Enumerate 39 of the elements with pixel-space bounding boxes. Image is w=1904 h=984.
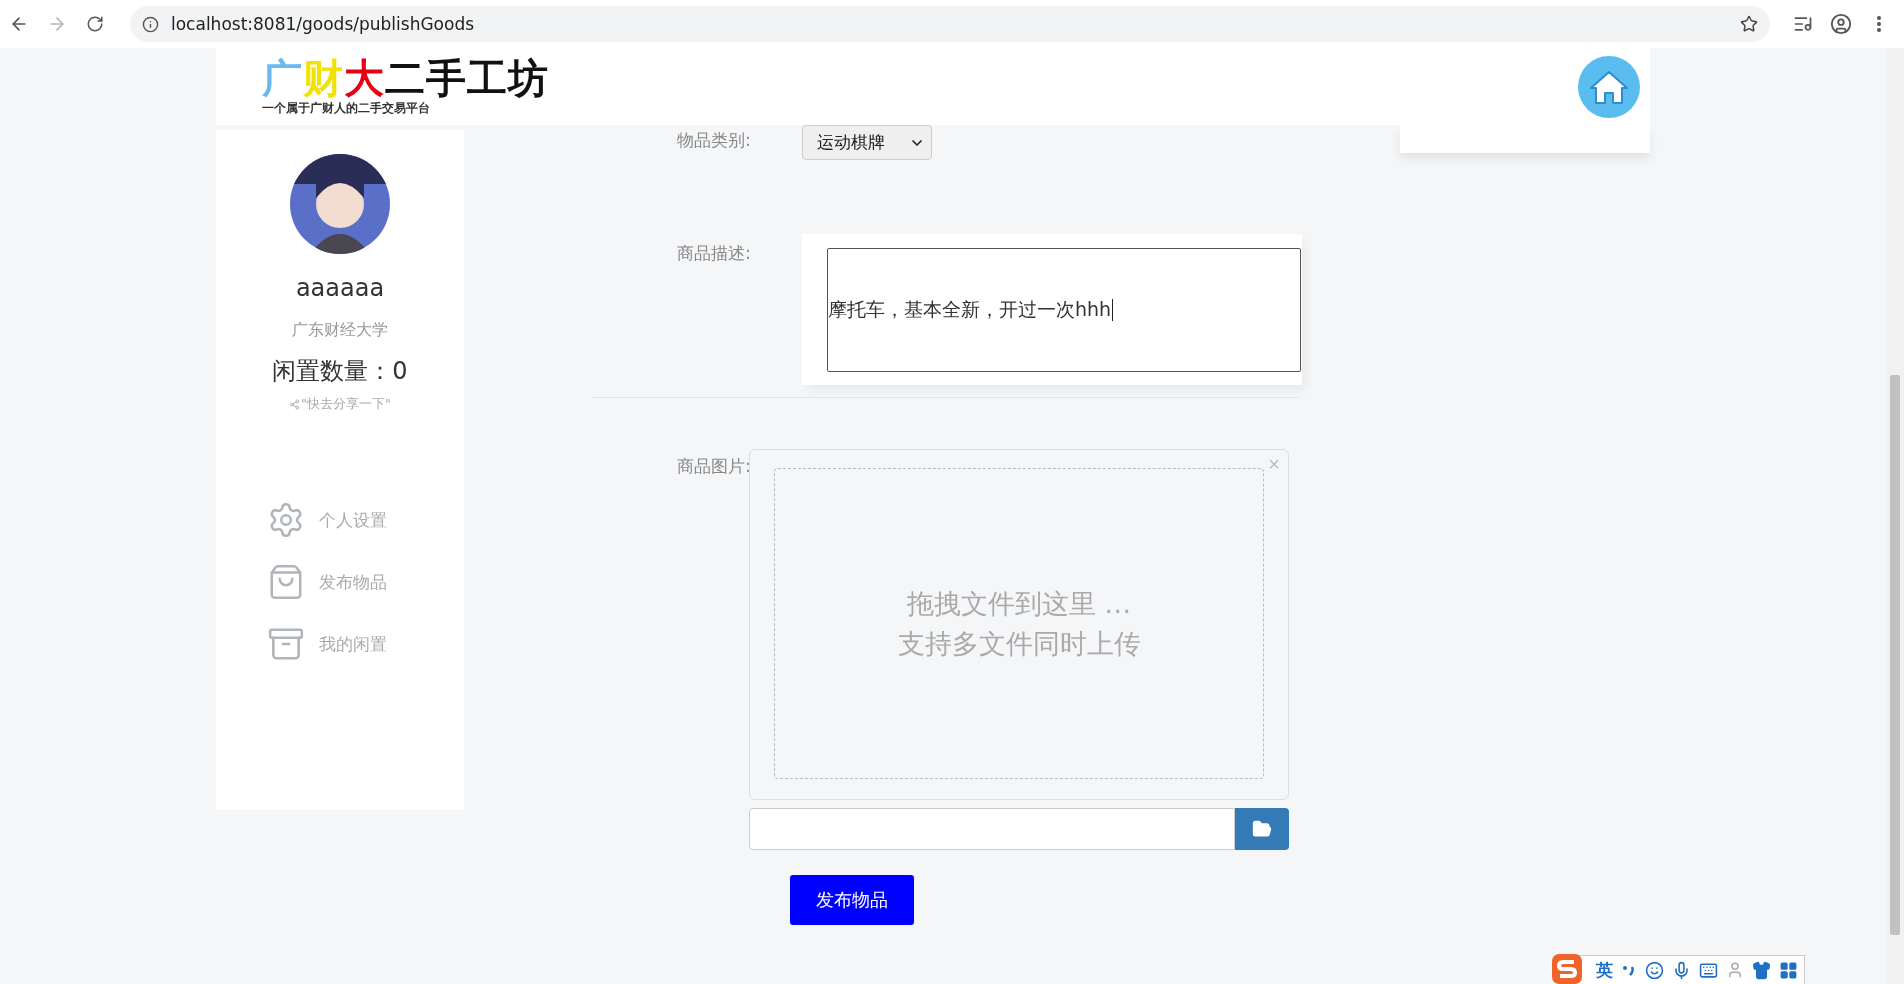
- logo-text: 广: [262, 56, 303, 100]
- menu-icon: [1877, 16, 1881, 32]
- drop-hint: 支持多文件同时上传: [897, 626, 1141, 661]
- share-icon: [289, 398, 300, 410]
- input-mode[interactable]: 英: [1596, 958, 1613, 982]
- slogan: 一个属于广财人的二手交易平台: [262, 100, 431, 117]
- address-bar[interactable]: localhost:8081/goods/publishGoods: [130, 6, 1770, 42]
- info-icon: [142, 15, 159, 33]
- house-icon: [1589, 68, 1629, 105]
- grid-icon[interactable]: [1779, 960, 1798, 980]
- logo-text: 大: [344, 56, 385, 100]
- url-text: localhost:8081/goods/publishGoods: [171, 14, 476, 34]
- school-name: 广东财经大学: [292, 320, 388, 341]
- bag-icon: [267, 563, 305, 601]
- logo-text: 财: [303, 56, 344, 100]
- logo-text: 二手工坊: [385, 56, 549, 100]
- folder-icon: [1252, 819, 1272, 839]
- idle-count: 闲置数量：0: [272, 356, 408, 387]
- profile-icon: [1830, 13, 1852, 35]
- reload-icon: [86, 15, 104, 33]
- keyboard-icon[interactable]: [1699, 960, 1718, 980]
- shirt-icon[interactable]: [1752, 960, 1771, 980]
- publish-button[interactable]: 发布物品: [790, 875, 914, 925]
- emoji-icon[interactable]: [1645, 960, 1664, 980]
- field-label: 商品描述:: [677, 242, 752, 265]
- file-name-field[interactable]: [749, 808, 1235, 850]
- drop-hint: 拖拽文件到这里 …: [906, 586, 1132, 621]
- browse-button[interactable]: [1235, 808, 1289, 850]
- playlist-icon: [1793, 14, 1813, 34]
- description-field[interactable]: 摩托车，基本全新，开过一次hhh: [827, 248, 1301, 372]
- gear-icon: [267, 501, 305, 539]
- bookmark-star-icon[interactable]: [1740, 15, 1758, 33]
- username: aaaaaa: [295, 274, 385, 302]
- archive-box-icon: [267, 625, 305, 663]
- field-label: 物品类别:: [677, 129, 752, 152]
- scrollbar[interactable]: [1886, 48, 1904, 984]
- field-label: 商品图片:: [677, 455, 749, 478]
- category-select[interactable]: 运动棋牌: [802, 125, 932, 160]
- microphone-icon[interactable]: [1672, 960, 1691, 980]
